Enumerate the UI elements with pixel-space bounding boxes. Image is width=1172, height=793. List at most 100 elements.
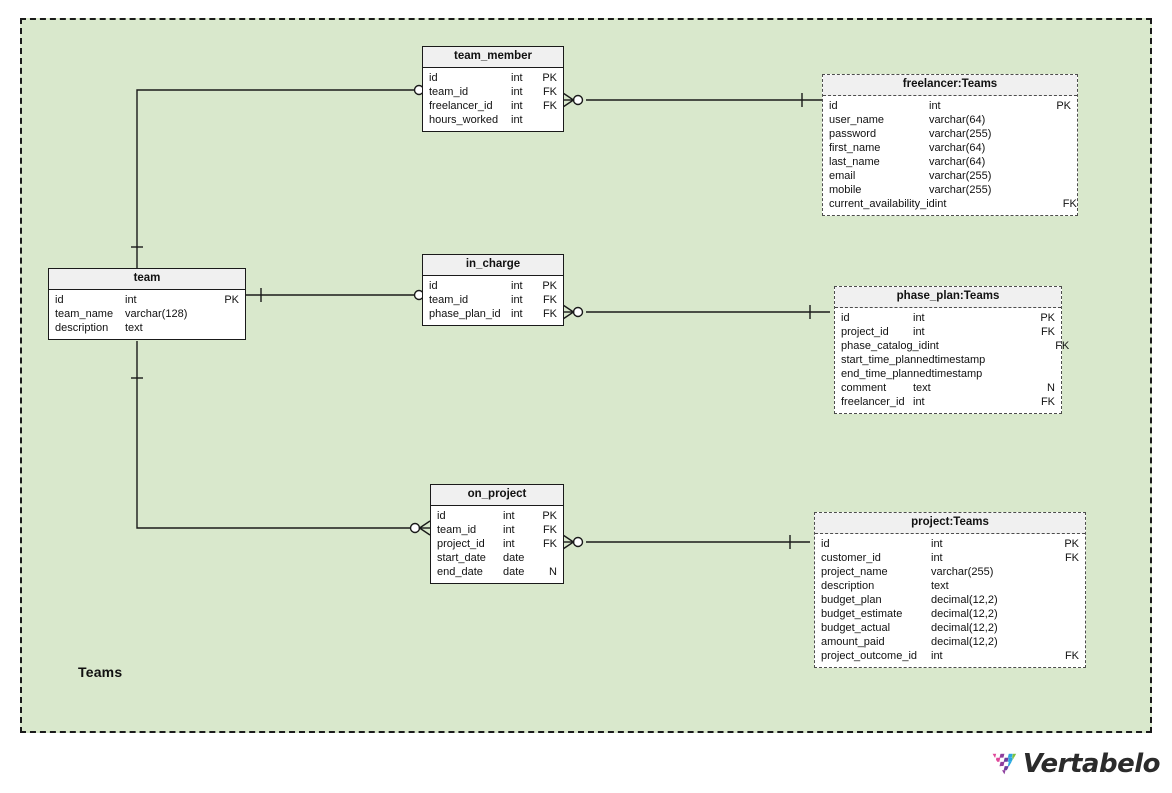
attribute-name: id xyxy=(829,100,838,112)
attribute-row: id int PK xyxy=(437,509,557,523)
attribute-name: freelancer_id xyxy=(429,100,493,112)
attribute-key: FK xyxy=(1040,396,1055,408)
entity-project[interactable]: project:Teams id int PK customer_id int … xyxy=(814,512,1086,668)
attribute-type: decimal(12,2) xyxy=(931,594,998,606)
attribute-name: email xyxy=(829,170,856,182)
attribute-type: text xyxy=(931,580,949,592)
attribute-type: decimal(12,2) xyxy=(931,622,998,634)
attribute-type: int xyxy=(934,198,947,210)
attribute-type: timestamp xyxy=(934,354,986,366)
entity-team[interactable]: team id int PK team_name varchar(128) de… xyxy=(48,268,246,340)
attribute-type: int xyxy=(125,294,137,306)
attribute-row: freelancer_id int FK xyxy=(841,395,1055,409)
attribute-name: hours_worked xyxy=(429,114,499,126)
attribute-row: project_name varchar(255) xyxy=(821,565,1079,579)
attribute-key: PK xyxy=(542,280,557,292)
attribute-type: int xyxy=(511,308,523,320)
attribute-row: id int PK xyxy=(841,311,1055,325)
attribute-row: budget_actual decimal(12,2) xyxy=(821,621,1079,635)
attribute-key: PK xyxy=(1056,100,1071,112)
attribute-name: id xyxy=(429,72,438,84)
attribute-row: end_time_planned timestamp xyxy=(841,367,1055,381)
attribute-name: budget_estimate xyxy=(821,608,903,620)
entity-title-phase_plan: phase_plan:Teams xyxy=(835,287,1061,308)
attribute-name: first_name xyxy=(829,142,881,154)
attribute-key: FK xyxy=(1062,198,1077,210)
attribute-name: project_id xyxy=(841,326,889,338)
attribute-name: id xyxy=(437,510,446,522)
entity-phase_plan[interactable]: phase_plan:Teams id int PK project_id in… xyxy=(834,286,1069,414)
entity-freelancer[interactable]: freelancer:Teams id int PK user_name var… xyxy=(822,74,1078,216)
attribute-row: team_id int FK xyxy=(437,523,557,537)
attribute-key: PK xyxy=(542,510,557,522)
attribute-row: user_name varchar(64) xyxy=(829,113,1071,127)
attribute-name: budget_plan xyxy=(821,594,882,606)
attribute-row: budget_plan decimal(12,2) xyxy=(821,593,1079,607)
attribute-name: start_time_planned xyxy=(841,354,935,366)
attribute-row: description text xyxy=(821,579,1079,593)
attribute-type: int xyxy=(913,326,925,338)
attribute-key: FK xyxy=(542,524,557,536)
attribute-key: PK xyxy=(542,72,557,84)
entity-in_charge[interactable]: in_charge id int PK team_id int FK phase… xyxy=(422,254,564,326)
attribute-key: FK xyxy=(542,538,557,550)
attribute-name: id xyxy=(55,294,64,306)
attribute-type: int xyxy=(931,552,943,564)
attribute-row: project_id int FK xyxy=(437,537,557,551)
attribute-row: start_date date xyxy=(437,551,557,565)
attribute-type: decimal(12,2) xyxy=(931,608,998,620)
attribute-name: last_name xyxy=(829,156,880,168)
attribute-type: int xyxy=(503,538,515,550)
attribute-name: id xyxy=(821,538,830,550)
attribute-row: comment text N xyxy=(841,381,1055,395)
attribute-name: project_id xyxy=(437,538,485,550)
attribute-key: FK xyxy=(542,308,557,320)
attribute-type: varchar(64) xyxy=(929,156,986,168)
attribute-name: description xyxy=(821,580,875,592)
entity-attributes-on_project: id int PK team_id int FK project_id int … xyxy=(431,506,563,583)
attribute-row: team_id int FK xyxy=(429,293,557,307)
vertabelo-logo: Vertabelo xyxy=(992,740,1161,788)
attribute-key: FK xyxy=(542,294,557,306)
attribute-row: end_date date N xyxy=(437,565,557,579)
attribute-name: id xyxy=(841,312,850,324)
attribute-row: project_id int FK xyxy=(841,325,1055,339)
attribute-type: int xyxy=(913,396,925,408)
attribute-type: text xyxy=(913,382,931,394)
attribute-type: varchar(255) xyxy=(929,184,992,196)
attribute-row: hours_worked int xyxy=(429,113,557,127)
entity-on_project[interactable]: on_project id int PK team_id int FK proj… xyxy=(430,484,564,584)
attribute-name: project_name xyxy=(821,566,888,578)
attribute-key: FK xyxy=(1064,650,1079,662)
attribute-row: budget_estimate decimal(12,2) xyxy=(821,607,1079,621)
attribute-row: team_name varchar(128) xyxy=(55,307,239,321)
attribute-key: PK xyxy=(1040,312,1055,324)
attribute-type: int xyxy=(511,114,523,126)
attribute-key: FK xyxy=(542,100,557,112)
attribute-key: N xyxy=(1047,382,1055,394)
attribute-type: date xyxy=(503,566,525,578)
attribute-name: team_id xyxy=(429,294,469,306)
attribute-type: varchar(255) xyxy=(929,170,992,182)
attribute-name: phase_catalog_id xyxy=(841,340,928,352)
attribute-row: phase_plan_id int FK xyxy=(429,307,557,321)
attribute-type: varchar(255) xyxy=(931,566,994,578)
attribute-type: int xyxy=(929,100,941,112)
attribute-row: id int PK xyxy=(429,71,557,85)
entity-title-team: team xyxy=(49,269,245,290)
entity-title-freelancer: freelancer:Teams xyxy=(823,75,1077,96)
attribute-type: varchar(64) xyxy=(929,142,986,154)
attribute-row: first_name varchar(64) xyxy=(829,141,1071,155)
attribute-name: freelancer_id xyxy=(841,396,905,408)
attribute-name: mobile xyxy=(829,184,862,196)
entity-team_member[interactable]: team_member id int PK team_id int FK fre… xyxy=(422,46,564,132)
attribute-type: int xyxy=(503,510,515,522)
attribute-type: varchar(255) xyxy=(929,128,992,140)
attribute-type: int xyxy=(511,86,523,98)
entity-attributes-team: id int PK team_name varchar(128) descrip… xyxy=(49,290,245,339)
attribute-name: current_availability_id xyxy=(829,198,935,210)
attribute-key: FK xyxy=(1064,552,1079,564)
attribute-type: int xyxy=(913,312,925,324)
attribute-name: end_date xyxy=(437,566,483,578)
attribute-type: decimal(12,2) xyxy=(931,636,998,648)
